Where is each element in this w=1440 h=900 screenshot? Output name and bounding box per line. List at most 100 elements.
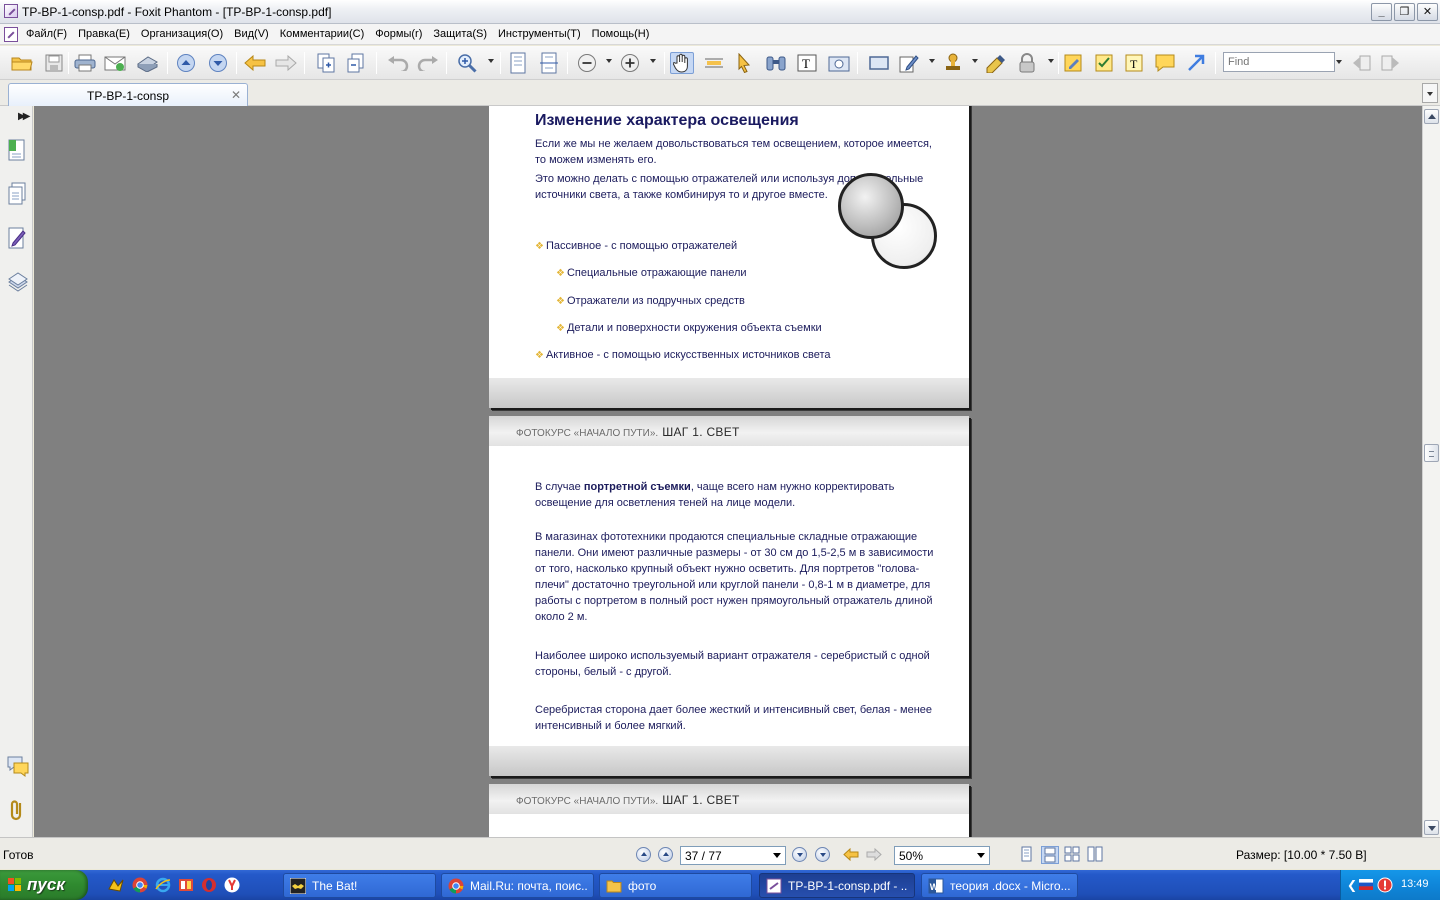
document-menu-icon[interactable] xyxy=(4,27,18,42)
close-window-button[interactable]: ✕ xyxy=(1417,3,1438,21)
quicklaunch-chrome-icon[interactable] xyxy=(132,877,148,893)
last-page-icon[interactable] xyxy=(815,847,830,862)
select-arrow-icon[interactable] xyxy=(732,52,756,74)
tab-tp-bp-1-consp[interactable]: TP-BP-1-consp ✕ xyxy=(8,83,248,106)
task-foxit-pdf[interactable]: TP-BP-1-consp.pdf - ... xyxy=(759,873,915,898)
scroll-up-button[interactable] xyxy=(1424,109,1439,124)
continuous-view-icon[interactable] xyxy=(1041,846,1059,864)
zoom-out-icon[interactable] xyxy=(575,52,599,74)
security-dropdown-icon[interactable] xyxy=(1048,59,1054,63)
menu-view[interactable]: Вид(V) xyxy=(234,28,269,40)
stamp-icon[interactable] xyxy=(941,52,965,74)
insert-pages-icon[interactable] xyxy=(314,52,338,74)
pen-tool-dropdown-icon[interactable] xyxy=(929,59,935,63)
continuous-facing-view-icon[interactable] xyxy=(1087,846,1105,864)
hand-tool-icon[interactable] xyxy=(670,52,694,74)
highlight-note-icon[interactable] xyxy=(1061,52,1085,74)
single-page-view-icon[interactable] xyxy=(1018,846,1036,864)
zoom-level-field[interactable]: 50% xyxy=(894,846,990,865)
comment-note-icon[interactable] xyxy=(1153,52,1177,74)
comments-panel-icon[interactable] xyxy=(7,754,29,778)
previous-page-icon[interactable] xyxy=(174,52,198,74)
tray-collapse-icon[interactable]: ❮ xyxy=(1347,878,1357,892)
find-binoculars-icon[interactable] xyxy=(764,52,788,74)
task-the-bat[interactable]: The Bat! xyxy=(283,873,436,898)
menu-edit[interactable]: Правка(E) xyxy=(78,28,130,40)
next-view-icon[interactable] xyxy=(866,848,882,861)
find-previous-icon[interactable] xyxy=(1350,52,1374,74)
prev-page-icon[interactable] xyxy=(658,847,673,862)
stamp-dropdown-icon[interactable] xyxy=(972,59,978,63)
document-view[interactable]: Изменение характера освещения Если же мы… xyxy=(34,106,1422,837)
print-icon[interactable] xyxy=(73,52,97,74)
facing-view-icon[interactable] xyxy=(1064,846,1082,864)
find-input[interactable] xyxy=(1223,52,1335,72)
scroll-down-button[interactable] xyxy=(1424,820,1439,835)
bookmarks-icon[interactable] xyxy=(7,138,27,162)
expand-panel-icon[interactable]: ▶▶ xyxy=(18,111,31,122)
rectangle-tool-icon[interactable] xyxy=(867,52,891,74)
sign-document-icon[interactable] xyxy=(984,52,1008,74)
signatures-icon[interactable] xyxy=(7,226,27,250)
page-number-field[interactable]: 37 / 77 xyxy=(680,846,786,865)
next-page-status-icon[interactable] xyxy=(792,847,807,862)
arrow-annotation-icon[interactable] xyxy=(1184,52,1208,74)
tab-list-dropdown-icon[interactable] xyxy=(1422,83,1438,103)
page-thumbnails-icon[interactable] xyxy=(7,182,27,206)
menu-file[interactable]: Файл(F) xyxy=(26,28,67,40)
task-word-docx[interactable]: W теория .docx - Micro... xyxy=(921,873,1078,898)
select-text-icon[interactable] xyxy=(702,52,726,74)
scan-icon[interactable] xyxy=(135,52,159,74)
foxit-app-icon[interactable] xyxy=(4,4,18,18)
previous-view-icon[interactable] xyxy=(843,848,859,861)
tab-close-icon[interactable]: ✕ xyxy=(231,88,241,102)
task-mail-ru[interactable]: Mail.Ru: почта, поис... xyxy=(441,873,594,898)
undo-icon[interactable] xyxy=(386,52,410,74)
open-folder-icon[interactable] xyxy=(10,52,34,74)
start-button[interactable]: пуск xyxy=(0,870,88,900)
menu-organize[interactable]: Организация(O) xyxy=(141,28,223,40)
find-next-icon[interactable] xyxy=(1378,52,1402,74)
extract-pages-icon[interactable] xyxy=(345,52,369,74)
email-icon[interactable] xyxy=(103,52,127,74)
fit-page-icon[interactable] xyxy=(506,52,530,74)
restore-button[interactable]: ❐ xyxy=(1394,3,1415,21)
quicklaunch-opera-icon[interactable] xyxy=(201,877,217,893)
menu-comments[interactable]: Комментарии(C) xyxy=(280,28,365,40)
pen-tool-icon[interactable] xyxy=(897,52,921,74)
text-box-icon[interactable]: T xyxy=(1122,52,1146,74)
form-field-icon[interactable] xyxy=(1092,52,1116,74)
zoom-in-dropdown-icon[interactable] xyxy=(650,59,656,63)
scroll-thumb[interactable] xyxy=(1424,444,1439,462)
typewriter-icon[interactable]: T xyxy=(795,52,819,74)
zoom-out-dropdown-icon[interactable] xyxy=(606,59,612,63)
back-arrow-icon[interactable] xyxy=(243,52,267,74)
forward-arrow-icon[interactable] xyxy=(274,52,298,74)
zoom-tool-dropdown-icon[interactable] xyxy=(488,59,494,63)
minimize-button[interactable]: _ xyxy=(1371,3,1392,21)
first-page-icon[interactable] xyxy=(636,847,651,862)
alert-icon[interactable] xyxy=(1377,877,1393,893)
snapshot-icon[interactable] xyxy=(827,52,851,74)
quicklaunch-winamp-icon[interactable] xyxy=(108,877,124,893)
save-icon[interactable] xyxy=(42,52,66,74)
language-flag-icon[interactable] xyxy=(1359,879,1373,890)
menu-forms[interactable]: Формы(r) xyxy=(375,28,422,40)
zoom-in-circle-icon[interactable] xyxy=(618,52,642,74)
layers-icon[interactable] xyxy=(7,270,28,294)
menu-tools[interactable]: Инструменты(T) xyxy=(498,28,581,40)
menu-help[interactable]: Помощь(H) xyxy=(592,28,650,40)
zoom-in-icon[interactable] xyxy=(455,52,479,74)
fit-width-icon[interactable] xyxy=(537,52,561,74)
next-page-icon[interactable] xyxy=(206,52,230,74)
menu-protect[interactable]: Защита(S) xyxy=(433,28,487,40)
redo-icon[interactable] xyxy=(416,52,440,74)
quicklaunch-yandex-icon[interactable] xyxy=(224,877,240,893)
security-lock-icon[interactable] xyxy=(1015,52,1039,74)
quicklaunch-media-icon[interactable] xyxy=(178,877,194,893)
quicklaunch-ie-icon[interactable] xyxy=(155,877,171,893)
find-dropdown-icon[interactable] xyxy=(1336,60,1342,64)
task-folder-foto[interactable]: фото xyxy=(599,873,752,898)
vertical-scrollbar[interactable] xyxy=(1422,106,1440,837)
attachments-paperclip-icon[interactable] xyxy=(7,798,27,822)
